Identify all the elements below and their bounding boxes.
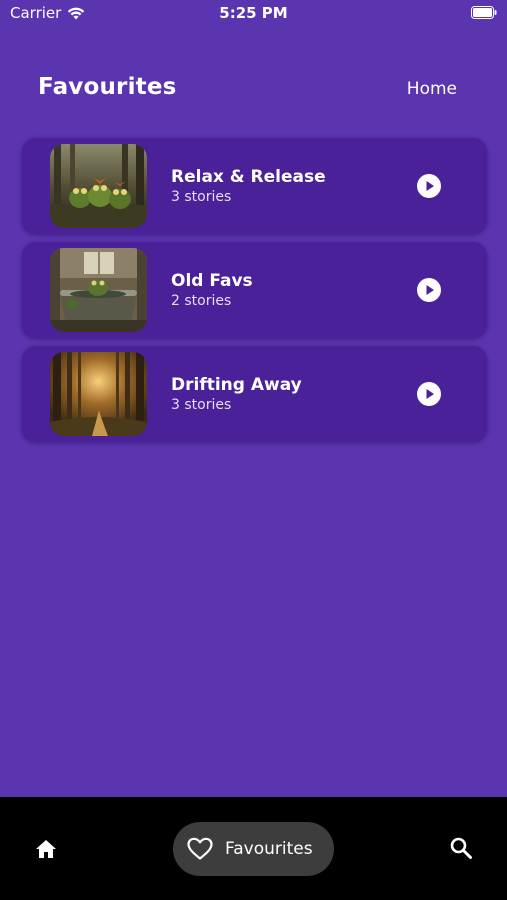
home-icon[interactable]	[34, 837, 58, 861]
play-icon	[426, 285, 434, 295]
favourite-story-count: 3 stories	[171, 397, 232, 413]
nav-favourites-label: Favourites	[225, 839, 313, 859]
favourite-story-count: 2 stories	[171, 293, 232, 309]
thumbnail-frog-in-bathtub	[50, 248, 147, 332]
heart-icon	[187, 837, 213, 860]
home-link[interactable]: Home	[407, 79, 457, 99]
nav-favourites-button[interactable]: Favourites	[173, 822, 334, 876]
bottom-navigation: Favourites	[0, 797, 507, 900]
play-button[interactable]	[417, 278, 441, 302]
status-time: 5:25 PM	[219, 4, 288, 22]
play-button[interactable]	[417, 382, 441, 406]
play-button[interactable]	[417, 174, 441, 198]
play-icon	[426, 181, 434, 191]
battery-icon	[471, 6, 497, 19]
favourite-card-drifting-away[interactable]: Drifting Away 3 stories	[22, 346, 487, 442]
favourite-title: Old Favs	[171, 271, 253, 291]
thumbnail-frogs-in-forest	[50, 144, 147, 228]
play-icon	[426, 389, 434, 399]
status-bar: Carrier 5:25 PM	[0, 0, 507, 28]
favourite-story-count: 3 stories	[171, 189, 232, 205]
thumbnail-sunlit-forest-path	[50, 352, 147, 436]
favourites-list: Relax & Release 3 stories Old Favs 2 sto…	[22, 138, 487, 450]
search-icon[interactable]	[449, 836, 473, 860]
favourite-card-old-favs[interactable]: Old Favs 2 stories	[22, 242, 487, 338]
page-title: Favourites	[38, 74, 177, 100]
favourite-title: Drifting Away	[171, 375, 302, 395]
favourite-card-relax-release[interactable]: Relax & Release 3 stories	[22, 138, 487, 234]
favourite-title: Relax & Release	[171, 167, 326, 187]
